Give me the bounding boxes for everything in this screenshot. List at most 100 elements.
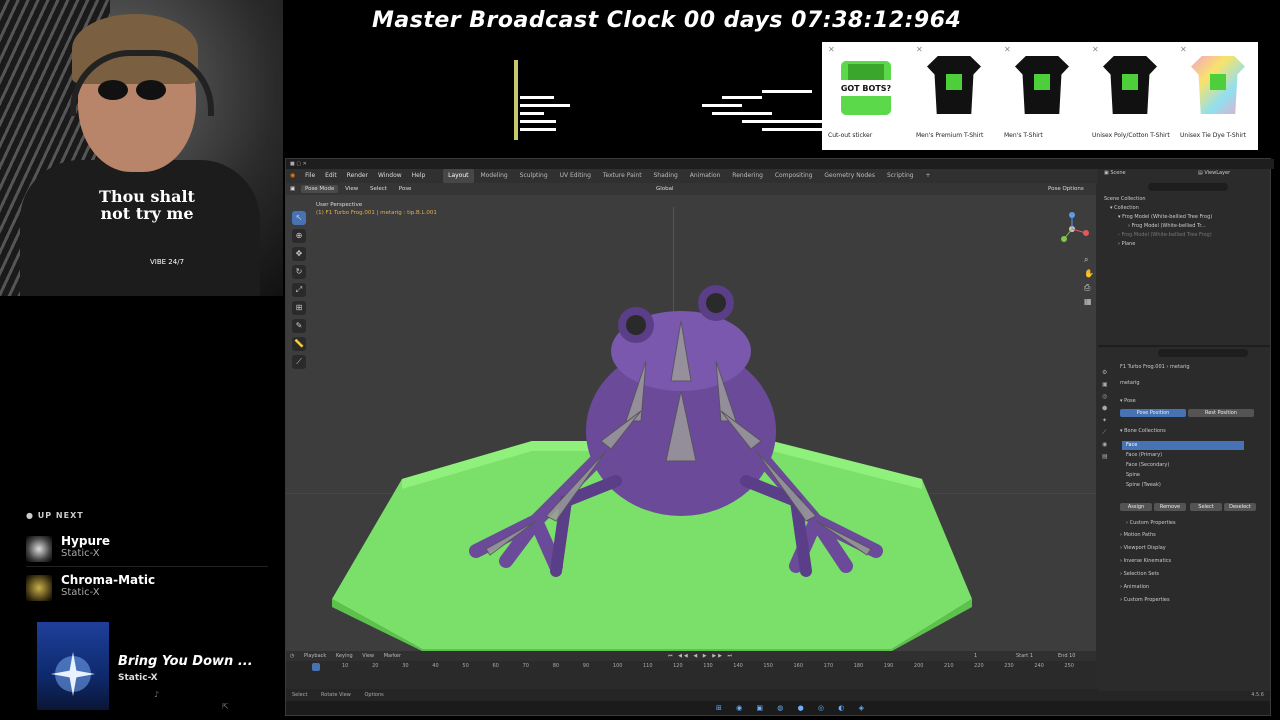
merch-item-poly-tee[interactable]: ✕ Unisex Poly/Cotton T-Shirt: [1086, 42, 1174, 150]
properties-panel[interactable]: F1 Turbo Frog.001 › metarig metarig ▾ Po…: [1098, 345, 1270, 691]
close-icon[interactable]: ✕: [1004, 45, 1011, 54]
close-icon[interactable]: ✕: [916, 45, 923, 54]
bone-tool-icon[interactable]: ⟋: [292, 355, 306, 369]
mode-dropdown[interactable]: Pose Mode: [300, 185, 339, 193]
menu-window[interactable]: Window: [374, 169, 406, 183]
properties-tab-icons[interactable]: ⚙ ▣ ◎ ⬢ ✦ ⟋ ◉ ▤: [1102, 367, 1112, 463]
tree-item[interactable]: Scene Collection: [1104, 195, 1146, 204]
zoom-icon[interactable]: ⌕: [1084, 255, 1088, 265]
tab-geometry-nodes[interactable]: Geometry Nodes: [819, 169, 880, 183]
frog-model[interactable]: [416, 281, 936, 581]
tab-texture-paint[interactable]: Texture Paint: [598, 169, 647, 183]
list-item[interactable]: Spine (Tweak): [1122, 481, 1244, 490]
menu-view[interactable]: View: [340, 186, 363, 192]
playhead[interactable]: [312, 663, 320, 671]
grid-icon[interactable]: ▦: [1084, 297, 1092, 306]
taskbar-apps[interactable]: ⊞ ◉ ▣ ◍ ● ◎ ◐ ◈: [716, 704, 870, 712]
camera-icon[interactable]: ⎙: [1084, 283, 1090, 293]
section-custom-properties[interactable]: › Custom Properties: [1126, 519, 1176, 528]
tree-item[interactable]: › Frog Model (White-bellied Tree Frog): [1118, 231, 1212, 240]
list-item[interactable]: Face: [1122, 441, 1244, 450]
outliner-panel[interactable]: ▣ Scene ▤ ViewLayer Scene Collection ▾ C…: [1098, 169, 1270, 345]
tab-animation[interactable]: Animation: [685, 169, 726, 183]
menu-pose[interactable]: Pose: [394, 186, 417, 192]
properties-search-input[interactable]: [1158, 349, 1248, 357]
blender-logo-icon[interactable]: ◉: [286, 169, 299, 183]
tab-compositing[interactable]: Compositing: [770, 169, 818, 183]
view-layer-selector[interactable]: ▤ ViewLayer: [1198, 169, 1230, 178]
assign-button[interactable]: Assign: [1120, 503, 1152, 511]
current-frame-field[interactable]: 1: [974, 651, 977, 661]
tab-uv-editing[interactable]: UV Editing: [555, 169, 596, 183]
annotate-tool-icon[interactable]: ✎: [292, 319, 306, 333]
tab-scripting[interactable]: Scripting: [882, 169, 919, 183]
menu-playback[interactable]: Playback: [300, 653, 330, 659]
section-animation[interactable]: › Animation: [1120, 583, 1149, 592]
menu-edit[interactable]: Edit: [321, 169, 341, 183]
rotate-tool-icon[interactable]: ↻: [292, 265, 306, 279]
tab-shading[interactable]: Shading: [648, 169, 682, 183]
add-workspace-button[interactable]: +: [921, 169, 936, 183]
merch-item-premium-tee[interactable]: ✕ Men's Premium T-Shirt: [910, 42, 998, 150]
section-inverse-kinematics[interactable]: › Inverse Kinematics: [1120, 557, 1171, 566]
playback-controls[interactable]: ⏮ ◀◀ ◀ ▶ ▶▶ ⏭: [668, 651, 734, 661]
navigation-gizmo[interactable]: [1054, 211, 1090, 247]
section-pose[interactable]: ▾ Pose: [1120, 397, 1136, 406]
tab-layout[interactable]: Layout: [443, 169, 474, 183]
transform-tool-icon[interactable]: ⊞: [292, 301, 306, 315]
outliner-search-input[interactable]: [1148, 183, 1228, 191]
tree-item[interactable]: ▾ Collection: [1110, 204, 1139, 213]
section-custom-properties-2[interactable]: › Custom Properties: [1120, 596, 1170, 605]
armature-data-name[interactable]: metarig: [1120, 379, 1140, 388]
editor-type-icon[interactable]: ▣: [286, 186, 299, 192]
close-icon[interactable]: ✕: [1092, 45, 1099, 54]
pan-hand-icon[interactable]: ✋: [1084, 269, 1094, 278]
scene-selector[interactable]: ▣ Scene: [1104, 169, 1126, 178]
menu-file[interactable]: File: [301, 169, 319, 183]
menu-timeline-view[interactable]: View: [358, 653, 378, 659]
timeline-tick: 180: [853, 663, 864, 669]
frame-ruler[interactable]: 1102030405060708090100110120130140150160…: [286, 663, 1096, 673]
remove-button[interactable]: Remove: [1154, 503, 1186, 511]
timeline-editor[interactable]: ◷ Playback Keying View Marker ⏮ ◀◀ ◀ ▶ ▶…: [286, 651, 1096, 689]
transform-orientation[interactable]: Global: [656, 183, 674, 195]
pose-options-button[interactable]: Pose Options: [1048, 183, 1084, 195]
menu-select[interactable]: Select: [365, 186, 392, 192]
tree-item[interactable]: › Frog Model (White-bellied Tr...: [1128, 222, 1206, 231]
close-icon[interactable]: ✕: [828, 45, 835, 54]
end-frame-field[interactable]: End 10: [1058, 651, 1075, 661]
tab-modeling[interactable]: Modeling: [475, 169, 512, 183]
tab-sculpting[interactable]: Sculpting: [515, 169, 553, 183]
timeline-tick: 120: [673, 663, 683, 669]
menu-marker[interactable]: Marker: [380, 653, 405, 659]
3d-viewport[interactable]: ▣ Pose Mode View Select Pose Global Pose…: [286, 183, 1096, 651]
merch-item-tiedye-tee[interactable]: ✕ Unisex Tie Dye T-Shirt: [1174, 42, 1262, 150]
deselect-button[interactable]: Deselect: [1224, 503, 1256, 511]
merch-item-mens-tee[interactable]: ✕ Men's T-Shirt: [998, 42, 1086, 150]
section-selection-sets[interactable]: › Selection Sets: [1120, 570, 1159, 579]
menu-render[interactable]: Render: [343, 169, 372, 183]
select-tool-icon[interactable]: ↖: [292, 211, 306, 225]
section-bone-collections[interactable]: ▾ Bone Collections: [1120, 427, 1166, 436]
measure-tool-icon[interactable]: 📏: [292, 337, 306, 351]
menu-keying[interactable]: Keying: [332, 653, 357, 659]
list-item[interactable]: Face (Primary): [1122, 451, 1244, 460]
list-item[interactable]: Spine: [1122, 471, 1244, 480]
rest-position-button[interactable]: Rest Position: [1188, 409, 1254, 417]
tree-item[interactable]: › Plane: [1118, 240, 1135, 249]
clock-icon[interactable]: ◷: [286, 653, 298, 659]
scale-tool-icon[interactable]: ⤢: [292, 283, 306, 297]
list-item[interactable]: Face (Secondary): [1122, 461, 1244, 470]
move-tool-icon[interactable]: ✥: [292, 247, 306, 261]
tree-item[interactable]: ▾ Frog Model (White-bellied Tree Frog): [1118, 213, 1212, 222]
pose-position-button[interactable]: Pose Position: [1120, 409, 1186, 417]
select-button[interactable]: Select: [1190, 503, 1222, 511]
menu-help[interactable]: Help: [408, 169, 430, 183]
close-icon[interactable]: ✕: [1180, 45, 1187, 54]
cursor-tool-icon[interactable]: ⊕: [292, 229, 306, 243]
section-viewport-display[interactable]: › Viewport Display: [1120, 544, 1166, 553]
start-frame-field[interactable]: Start 1: [1016, 651, 1033, 661]
section-motion-paths[interactable]: › Motion Paths: [1120, 531, 1156, 540]
tab-rendering[interactable]: Rendering: [727, 169, 768, 183]
merch-item-sticker[interactable]: ✕ GOT BOTS? Cut-out sticker: [822, 42, 910, 150]
